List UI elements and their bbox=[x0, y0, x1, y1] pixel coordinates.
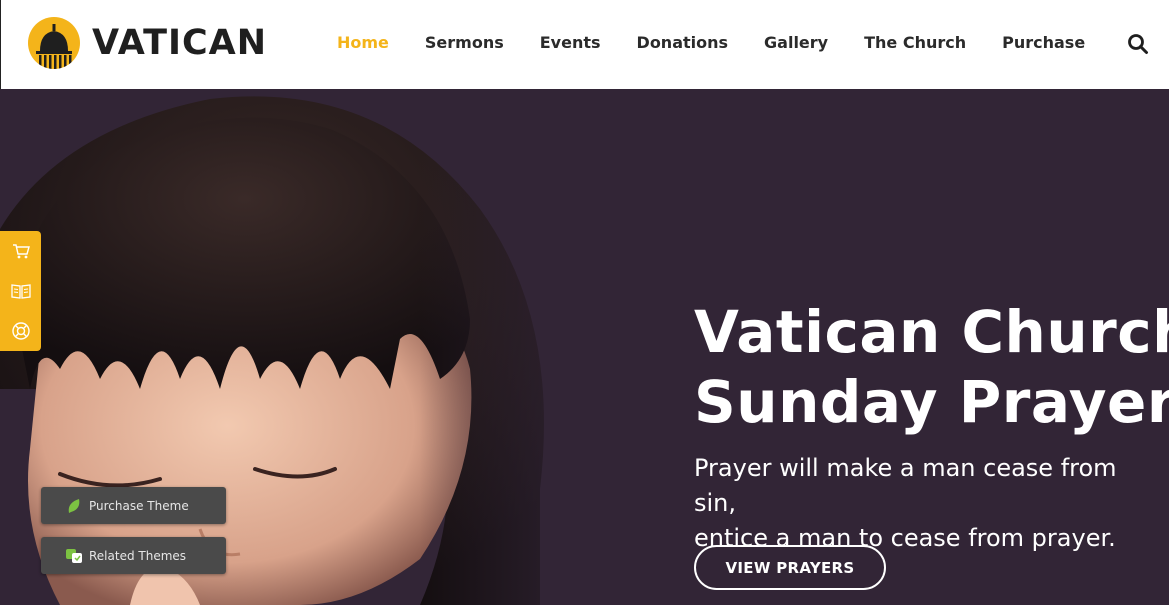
purchase-theme-label: Purchase Theme bbox=[89, 498, 189, 513]
leaf-icon bbox=[65, 497, 83, 515]
nav-sermons[interactable]: Sermons bbox=[425, 33, 504, 52]
hero-title-line-1: Vatican Church bbox=[694, 298, 1169, 366]
hero-subtitle-line-1: Prayer will make a man cease from sin, bbox=[694, 454, 1117, 517]
nav-events[interactable]: Events bbox=[540, 33, 601, 52]
nav-home[interactable]: Home bbox=[337, 33, 389, 52]
purchase-theme-button[interactable]: Purchase Theme bbox=[41, 487, 226, 524]
hero-title: Vatican Church Sunday Prayers bbox=[694, 297, 1169, 437]
cart-icon[interactable] bbox=[10, 240, 32, 262]
hero-subtitle: Prayer will make a man cease from sin, e… bbox=[694, 451, 1164, 556]
dome-logo-icon bbox=[28, 17, 80, 69]
logo[interactable]: VATICAN bbox=[28, 17, 267, 69]
view-prayers-button[interactable]: VIEW PRAYERS bbox=[694, 545, 886, 590]
nav-gallery[interactable]: Gallery bbox=[764, 33, 828, 52]
search-icon[interactable] bbox=[1127, 33, 1149, 55]
book-icon[interactable] bbox=[10, 280, 32, 302]
related-themes-button[interactable]: Related Themes bbox=[41, 537, 226, 574]
lifebuoy-icon[interactable] bbox=[10, 320, 32, 342]
nav-purchase[interactable]: Purchase bbox=[1002, 33, 1085, 52]
nav-the-church[interactable]: The Church bbox=[864, 33, 966, 52]
brand-name: VATICAN bbox=[92, 23, 268, 63]
site-header: VATICAN Home Sermons Events Donations Ga… bbox=[0, 0, 1169, 89]
nav-donations[interactable]: Donations bbox=[637, 33, 729, 52]
side-tool-panel bbox=[0, 231, 41, 351]
main-nav: Home Sermons Events Donations Gallery Th… bbox=[319, 33, 1103, 52]
related-themes-label: Related Themes bbox=[89, 548, 187, 563]
themes-icon bbox=[65, 547, 83, 565]
hero-title-line-2: Sunday Prayers bbox=[694, 368, 1169, 436]
hero-section: Vatican Church Sunday Prayers Prayer wil… bbox=[0, 89, 1169, 605]
